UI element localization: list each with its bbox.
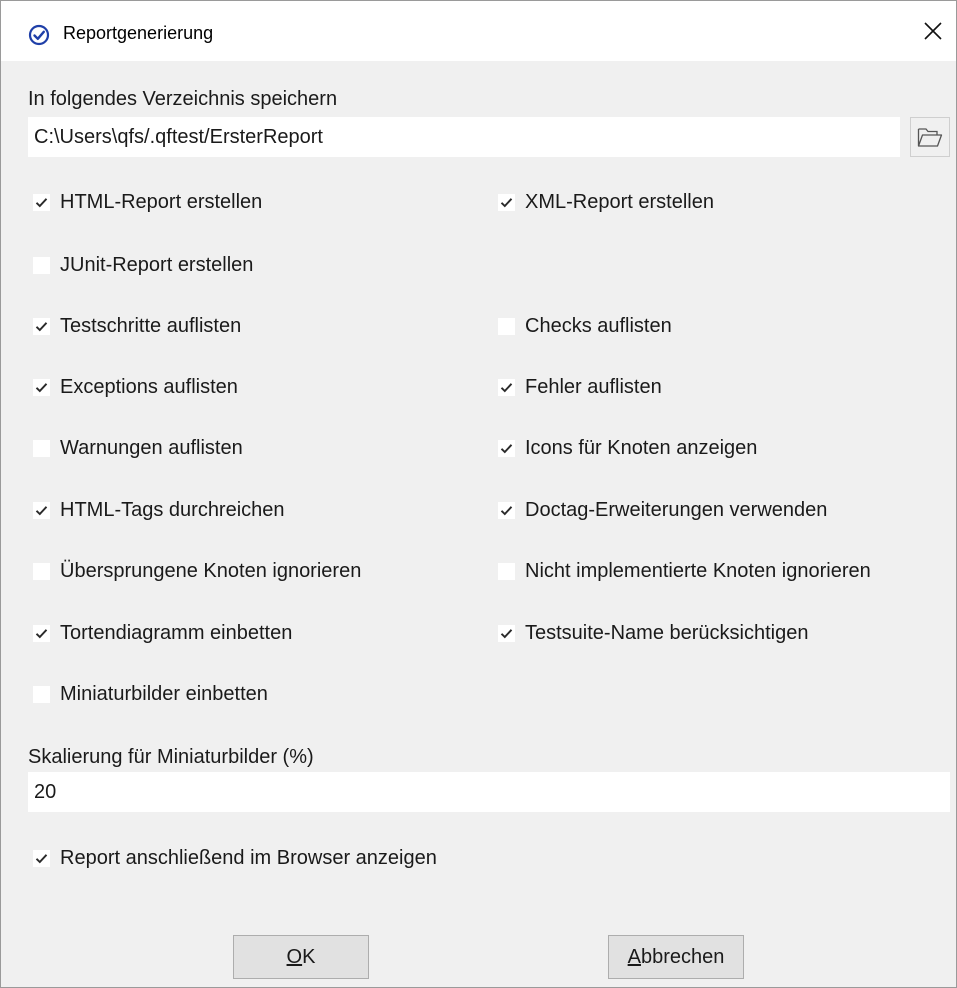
checkbox-box[interactable] (498, 378, 515, 396)
checkbox-embed-pie-chart[interactable]: Tortendiagramm einbetten (33, 619, 292, 647)
scaling-label: Skalierung für Miniaturbilder (%) (28, 746, 314, 768)
checkbox-label: HTML-Tags durchreichen (60, 498, 285, 521)
checkbox-consider-testsuite-name[interactable]: Testsuite-Name berücksichtigen (498, 619, 808, 647)
scaling-input[interactable] (28, 772, 950, 812)
checkbox-html-report[interactable]: HTML-Report erstellen (33, 188, 262, 216)
checkbox-box[interactable] (498, 193, 515, 211)
checkbox-label: HTML-Report erstellen (60, 190, 263, 213)
checkbox-box[interactable] (498, 624, 515, 642)
checkbox-label: Miniaturbilder einbetten (60, 682, 268, 705)
checkmark-icon (500, 197, 513, 207)
window-title: Reportgenerierung (63, 23, 214, 43)
checkbox-box[interactable] (33, 317, 50, 335)
checkmark-icon (500, 628, 513, 638)
checkbox-box[interactable] (33, 562, 50, 580)
checkbox-box[interactable] (498, 562, 515, 580)
checkbox-label: Übersprungene Knoten ignorieren (60, 559, 362, 582)
checkmark-circle-icon (28, 24, 50, 46)
checkmark-icon (35, 197, 48, 207)
cancel-button[interactable]: Abbrechen (608, 935, 744, 979)
checkbox-list-errors[interactable]: Fehler auflisten (498, 373, 662, 401)
checkbox-embed-thumbnails[interactable]: Miniaturbilder einbetten (33, 680, 268, 708)
checkbox-box[interactable] (498, 501, 515, 519)
checkmark-icon (35, 321, 48, 331)
checkbox-label: Exceptions auflisten (60, 375, 238, 398)
checkbox-label: Icons für Knoten anzeigen (525, 436, 758, 459)
directory-label: In folgendes Verzeichnis speichern (28, 88, 338, 110)
checkbox-box[interactable] (33, 193, 50, 211)
checkbox-list-teststeps[interactable]: Testschritte auflisten (33, 312, 241, 340)
checkbox-use-doctag-extensions[interactable]: Doctag-Erweiterungen verwenden (498, 496, 827, 524)
checkbox-box[interactable] (33, 378, 50, 396)
checkmark-icon (35, 628, 48, 638)
checkbox-label: JUnit-Report erstellen (60, 253, 254, 276)
checkmark-icon (35, 505, 48, 515)
checkbox-label: Nicht implementierte Knoten ignorieren (525, 559, 871, 582)
checkbox-box[interactable] (33, 624, 50, 642)
checkbox-label: Warnungen auflisten (60, 436, 243, 459)
checkmark-icon (35, 853, 48, 863)
checkbox-junit-report[interactable]: JUnit-Report erstellen (33, 251, 253, 279)
checkbox-xml-report[interactable]: XML-Report erstellen (498, 188, 714, 216)
ok-mnemonic: O (286, 945, 303, 968)
checkmark-icon (35, 382, 48, 392)
checkbox-box[interactable] (33, 439, 50, 457)
checkmark-icon (500, 382, 513, 392)
checkbox-box[interactable] (498, 439, 515, 457)
cancel-label: bbrechen (640, 945, 725, 968)
checkbox-label: Tortendiagramm einbetten (60, 621, 293, 644)
checkmark-icon (500, 443, 513, 453)
checkbox-label: Testschritte auflisten (60, 314, 242, 337)
browse-directory-button[interactable] (910, 117, 950, 157)
checkbox-label: Fehler auflisten (525, 375, 662, 398)
checkbox-box[interactable] (33, 849, 50, 867)
checkbox-list-checks[interactable]: Checks auflisten (498, 312, 672, 340)
checkbox-pass-html-tags[interactable]: HTML-Tags durchreichen (33, 496, 285, 524)
checkbox-show-in-browser[interactable]: Report anschließend im Browser anzeigen (33, 844, 437, 872)
checkbox-label: Report anschließend im Browser anzeigen (60, 846, 437, 869)
report-dialog: Reportgenerierung In folgendes Verzeichn… (0, 0, 957, 988)
checkbox-label: Testsuite-Name berücksichtigen (525, 621, 809, 644)
checkbox-list-warnings[interactable]: Warnungen auflisten (33, 434, 243, 462)
cancel-mnemonic: A (627, 945, 641, 968)
title-bar: Reportgenerierung (1, 1, 956, 61)
checkbox-box[interactable] (498, 317, 515, 335)
checkbox-list-exceptions[interactable]: Exceptions auflisten (33, 373, 238, 401)
close-icon (924, 22, 942, 40)
checkbox-label: Doctag-Erweiterungen verwenden (525, 498, 828, 521)
folder-open-icon (917, 128, 943, 147)
checkbox-ignore-unimplemented-nodes[interactable]: Nicht implementierte Knoten ignorieren (498, 557, 871, 585)
checkbox-ignore-skipped-nodes[interactable]: Übersprungene Knoten ignorieren (33, 557, 361, 585)
directory-input[interactable] (28, 117, 900, 157)
checkbox-box[interactable] (33, 501, 50, 519)
checkbox-label: XML-Report erstellen (525, 190, 714, 213)
checkbox-box[interactable] (33, 256, 50, 274)
close-button[interactable] (910, 1, 956, 61)
checkbox-label: Checks auflisten (525, 314, 672, 337)
checkbox-box[interactable] (33, 685, 50, 703)
checkmark-icon (500, 505, 513, 515)
ok-button[interactable]: OK (233, 935, 369, 979)
checkbox-show-node-icons[interactable]: Icons für Knoten anzeigen (498, 434, 757, 462)
ok-label: K (302, 945, 316, 968)
